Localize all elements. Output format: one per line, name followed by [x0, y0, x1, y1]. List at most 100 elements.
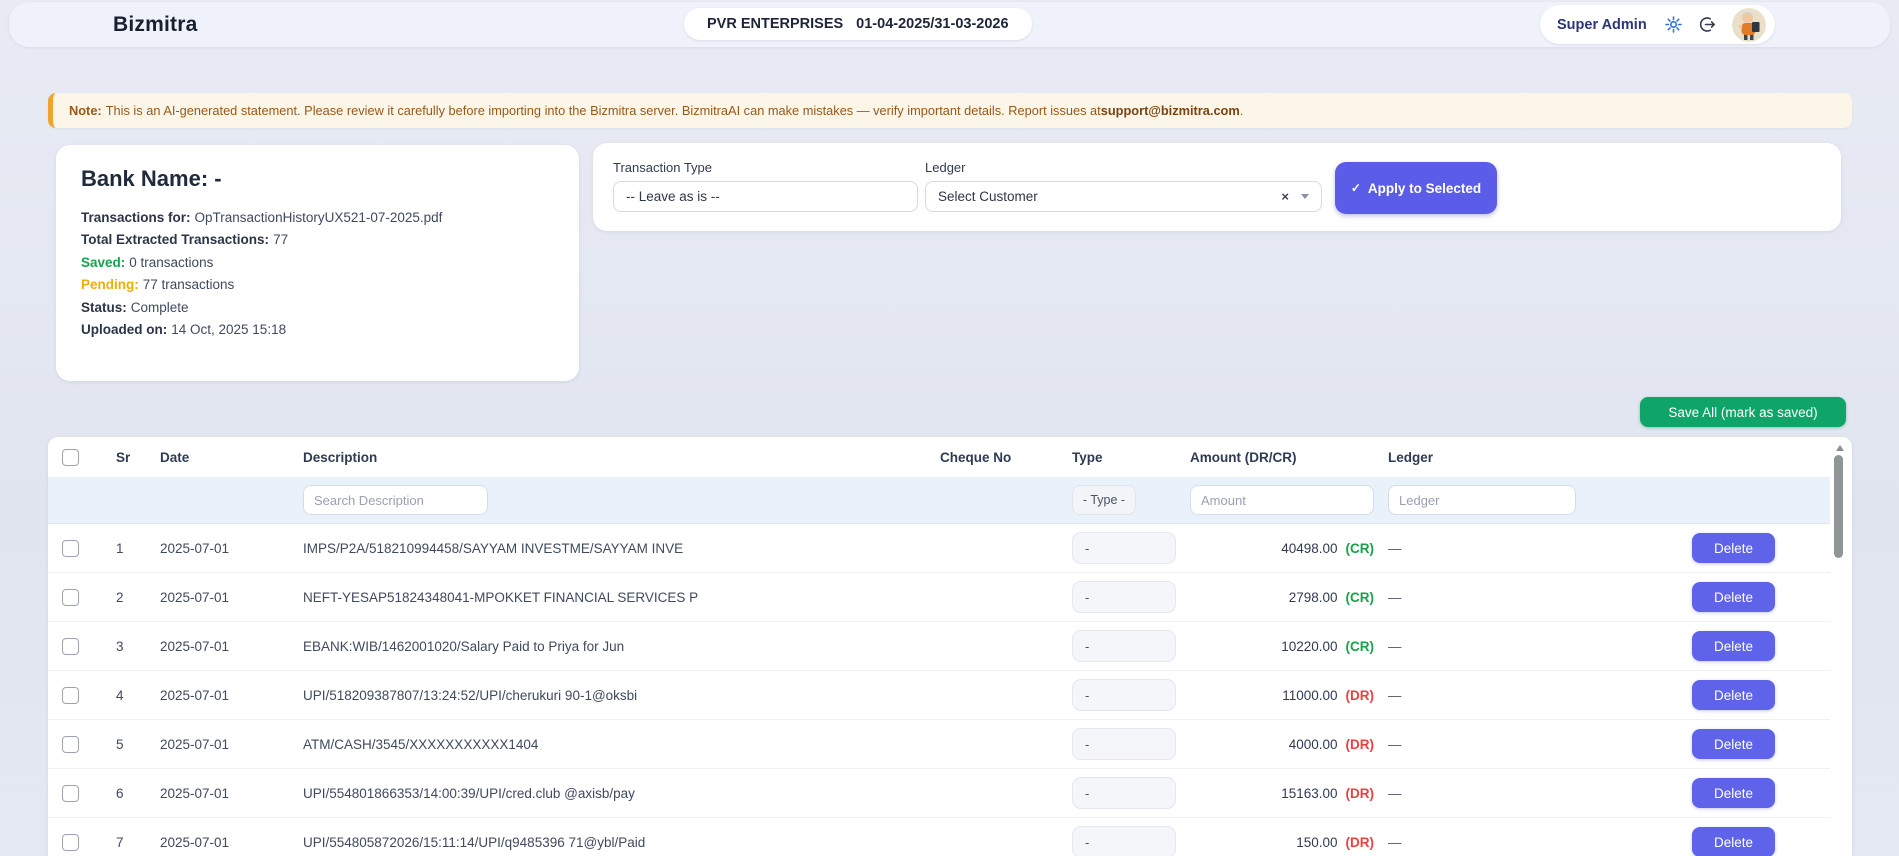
- amount-value: 15163.00: [1281, 785, 1338, 801]
- row-ledger: —: [1388, 638, 1402, 654]
- amount-value: 2798.00: [1288, 589, 1338, 605]
- apply-to-selected-button[interactable]: ✓ Apply to Selected: [1335, 162, 1497, 214]
- brand-logo: Bizmitra: [113, 13, 198, 36]
- delete-button[interactable]: Delete: [1692, 533, 1775, 563]
- row-ledger: —: [1388, 736, 1402, 752]
- ledger-select-value: Select Customer: [938, 189, 1038, 204]
- row-description: EBANK:WIB/1462001020/Salary Paid to Priy…: [303, 638, 625, 654]
- row-checkbox[interactable]: [62, 539, 79, 557]
- row-type-select[interactable]: -: [1072, 728, 1176, 760]
- table-row: 5 2025-07-01 ATM/CASH/3545/XXXXXXXXXXX14…: [48, 720, 1830, 769]
- row-date: 2025-07-01: [160, 834, 230, 850]
- pending-line: Pending: 77 transactions: [81, 274, 554, 296]
- column-header-date: Date: [160, 449, 190, 465]
- row-date: 2025-07-01: [160, 540, 230, 556]
- app-header: Bizmitra PVR ENTERPRISES 01-04-2025/31-0…: [9, 2, 1890, 47]
- clear-icon[interactable]: ×: [1281, 189, 1289, 204]
- amount-value: 10220.00: [1281, 638, 1338, 654]
- column-header-sr: Sr: [116, 449, 131, 465]
- type-filter-value: - Type -: [1082, 493, 1126, 507]
- delete-button[interactable]: Delete: [1692, 827, 1775, 856]
- row-date: 2025-07-01: [160, 736, 230, 752]
- drcr-indicator: (DR): [1345, 785, 1375, 801]
- row-type-value: -: [1085, 638, 1090, 654]
- drcr-indicator: (CR): [1345, 540, 1375, 556]
- delete-button[interactable]: Delete: [1692, 729, 1775, 759]
- amount-value: 150.00: [1296, 834, 1338, 850]
- table-row: 4 2025-07-01 UPI/518209387807/13:24:52/U…: [48, 671, 1830, 720]
- ledger-select[interactable]: Select Customer ×: [925, 181, 1322, 212]
- row-type-select[interactable]: -: [1072, 532, 1176, 564]
- table-body: 1 2025-07-01 IMPS/P2A/518210994458/SAYYA…: [48, 524, 1852, 856]
- amount-value: 4000.00: [1288, 736, 1338, 752]
- company-name: PVR ENTERPRISES: [707, 16, 844, 32]
- row-sr: 1: [116, 540, 124, 556]
- delete-button[interactable]: Delete: [1692, 631, 1775, 661]
- row-amount: 10220.00 (CR): [1176, 639, 1374, 654]
- row-type-select[interactable]: -: [1072, 581, 1176, 613]
- row-ledger: —: [1388, 540, 1402, 556]
- row-checkbox[interactable]: [62, 637, 79, 655]
- amount-filter-input[interactable]: [1190, 485, 1374, 515]
- row-checkbox[interactable]: [62, 833, 79, 851]
- column-header-ledger: Ledger: [1388, 449, 1434, 465]
- logout-icon[interactable]: [1698, 15, 1717, 34]
- column-header-type: Type: [1072, 449, 1103, 465]
- chevron-down-icon: [1301, 194, 1309, 199]
- row-type-select[interactable]: -: [1072, 679, 1176, 711]
- delete-button[interactable]: Delete: [1692, 582, 1775, 612]
- row-sr: 5: [116, 736, 124, 752]
- transactions-table: Sr Date Description Cheque No Type Amoun…: [48, 437, 1852, 856]
- row-checkbox[interactable]: [62, 784, 79, 802]
- row-type-select[interactable]: -: [1072, 630, 1176, 662]
- pending-label: Pending:: [81, 277, 139, 293]
- row-type-value: -: [1085, 736, 1090, 752]
- status-value: Complete: [130, 299, 189, 315]
- ledger-filter-input[interactable]: [1388, 485, 1576, 515]
- select-all-checkbox[interactable]: [62, 448, 79, 466]
- total-extracted-line: Total Extracted Transactions: 77: [81, 229, 554, 251]
- row-sr: 2: [116, 589, 124, 605]
- delete-button[interactable]: Delete: [1692, 680, 1775, 710]
- delete-button[interactable]: Delete: [1692, 778, 1775, 808]
- row-type-select[interactable]: -: [1072, 777, 1176, 809]
- description-search-input[interactable]: [303, 485, 488, 515]
- table-row: 7 2025-07-01 UPI/554805872026/15:11:14/U…: [48, 818, 1830, 856]
- table-row: 2 2025-07-01 NEFT-YESAP51824348041-MPOKK…: [48, 573, 1830, 622]
- row-amount: 15163.00 (DR): [1176, 786, 1374, 801]
- row-checkbox[interactable]: [62, 686, 79, 704]
- avatar[interactable]: [1731, 7, 1766, 42]
- row-type-select[interactable]: -: [1072, 826, 1176, 856]
- row-checkbox[interactable]: [62, 735, 79, 753]
- saved-label: Saved:: [81, 254, 126, 270]
- row-sr: 7: [116, 834, 124, 850]
- uploaded-label: Uploaded on:: [81, 322, 168, 338]
- column-header-amount: Amount (DR/CR): [1190, 449, 1297, 465]
- column-header-description: Description: [303, 449, 378, 465]
- saved-line: Saved: 0 transactions: [81, 252, 554, 274]
- save-all-button[interactable]: Save All (mark as saved): [1640, 397, 1846, 427]
- row-checkbox[interactable]: [62, 588, 79, 606]
- transactions-for-value: OpTransactionHistoryUX521-07-2025.pdf: [194, 210, 443, 225]
- row-type-value: -: [1085, 785, 1090, 801]
- scrollbar-thumb[interactable]: [1834, 455, 1843, 558]
- settings-gear-icon[interactable]: [1664, 15, 1683, 34]
- support-email-link[interactable]: support@bizmitra.com: [1101, 103, 1240, 118]
- table-row: 1 2025-07-01 IMPS/P2A/518210994458/SAYYA…: [48, 524, 1830, 573]
- bulk-apply-card: Transaction Type -- Leave as is -- Ledge…: [593, 143, 1841, 231]
- user-pill: Super Admin: [1540, 5, 1775, 44]
- uploaded-value: 14 Oct, 2025 15:18: [171, 322, 287, 338]
- total-extracted-value: 77: [273, 232, 289, 248]
- apply-to-selected-label: Apply to Selected: [1367, 180, 1482, 196]
- row-type-value: -: [1085, 589, 1090, 605]
- drcr-indicator: (DR): [1345, 834, 1375, 850]
- pending-value: 77 transactions: [142, 277, 235, 293]
- transaction-type-select[interactable]: -- Leave as is --: [613, 181, 918, 212]
- type-filter-select[interactable]: - Type -: [1072, 485, 1136, 515]
- scroll-up-arrow[interactable]: [1836, 445, 1844, 451]
- note-label: Note:: [69, 103, 102, 118]
- transactions-for-line: Transactions for: OpTransactionHistoryUX5…: [81, 207, 554, 229]
- row-type-value: -: [1085, 834, 1090, 850]
- note-banner: Note: This is an AI-generated statement.…: [48, 93, 1852, 128]
- row-date: 2025-07-01: [160, 589, 230, 605]
